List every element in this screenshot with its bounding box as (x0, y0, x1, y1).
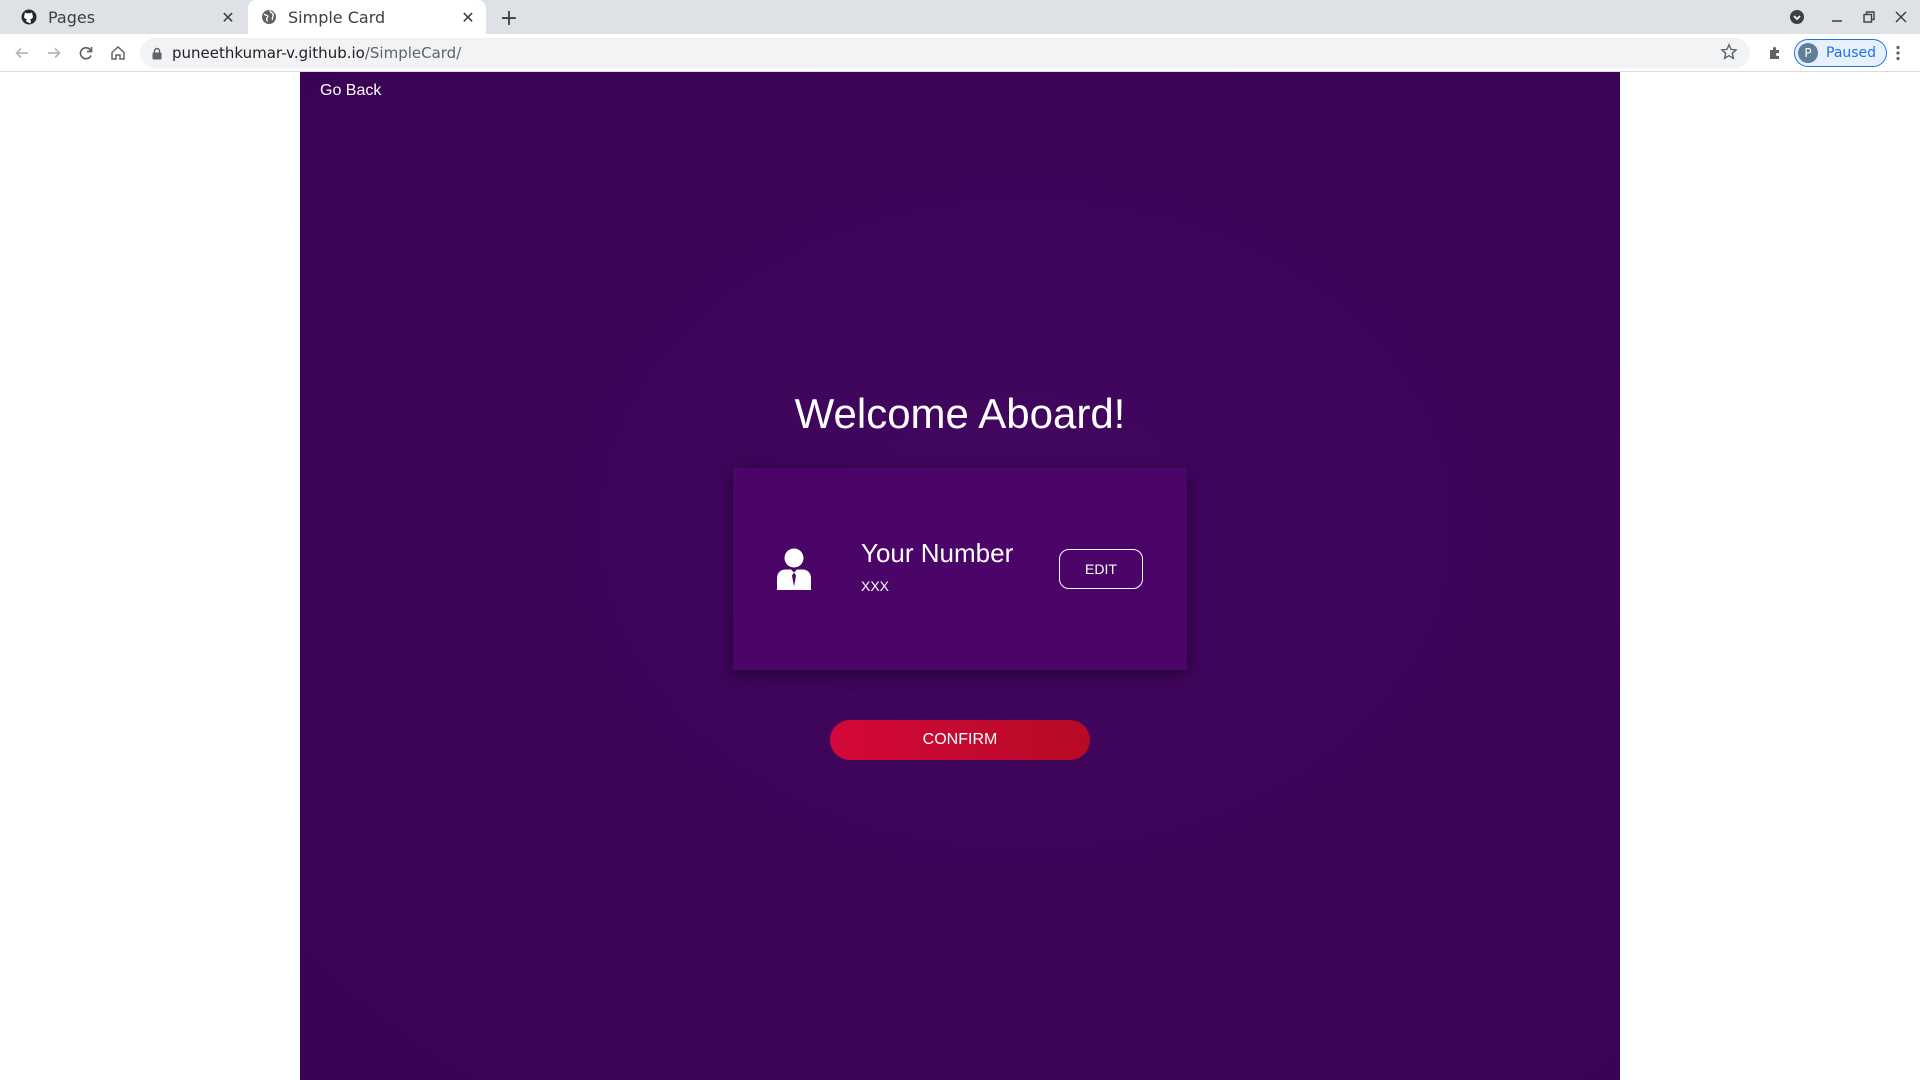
url-path: /SimpleCard/ (364, 44, 462, 62)
browser-toolbar: puneethkumar-v.github.io/SimpleCard/ P P… (0, 34, 1920, 72)
forward-arrow-icon[interactable] (40, 40, 68, 66)
close-icon[interactable]: ✕ (458, 7, 478, 27)
go-back-link[interactable]: Go Back (320, 82, 381, 100)
extensions-puzzle-icon[interactable] (1762, 40, 1788, 66)
bookmark-star-icon[interactable] (1720, 43, 1738, 61)
restore-icon[interactable] (1856, 4, 1882, 30)
card-value: XXX (861, 578, 890, 594)
confirm-button[interactable]: CONFIRM (830, 720, 1090, 760)
page-viewport: Go Back Welcome Aboard! Your Number XXX … (0, 72, 1920, 1080)
app-background: Go Back Welcome Aboard! Your Number XXX … (300, 72, 1620, 1080)
tab-title: Simple Card (288, 7, 386, 27)
tab-simple-card[interactable]: Simple Card ✕ (248, 0, 486, 34)
back-arrow-icon[interactable] (8, 40, 36, 66)
user-suit-icon (775, 548, 813, 590)
page-title: Welcome Aboard! (794, 390, 1126, 437)
globe-icon (260, 8, 278, 26)
profile-button[interactable]: P Paused (1794, 39, 1888, 67)
address-bar[interactable]: puneethkumar-v.github.io/SimpleCard/ (140, 38, 1750, 68)
browser-tab-strip: Pages ✕ Simple Card ✕ + (0, 0, 1920, 34)
reload-icon[interactable] (72, 40, 100, 66)
tab-pages[interactable]: Pages ✕ (8, 0, 246, 34)
number-card: Your Number XXX EDIT (733, 468, 1187, 670)
url-host: puneethkumar-v.github.io (172, 44, 365, 62)
lock-icon[interactable] (152, 47, 162, 60)
github-icon (20, 8, 38, 26)
home-icon[interactable] (104, 40, 132, 66)
minimize-icon[interactable] (1824, 4, 1850, 30)
kebab-menu-icon[interactable] (1886, 40, 1910, 66)
profile-status: Paused (1826, 45, 1877, 61)
close-icon[interactable]: ✕ (218, 7, 238, 27)
new-tab-button[interactable]: + (496, 5, 522, 31)
edit-button[interactable]: EDIT (1059, 549, 1143, 589)
tab-title: Pages (48, 7, 96, 27)
avatar: P (1798, 43, 1818, 63)
close-window-icon[interactable] (1888, 4, 1914, 30)
tab-search-icon[interactable] (1784, 4, 1810, 30)
card-title: Your Number (861, 538, 1014, 568)
